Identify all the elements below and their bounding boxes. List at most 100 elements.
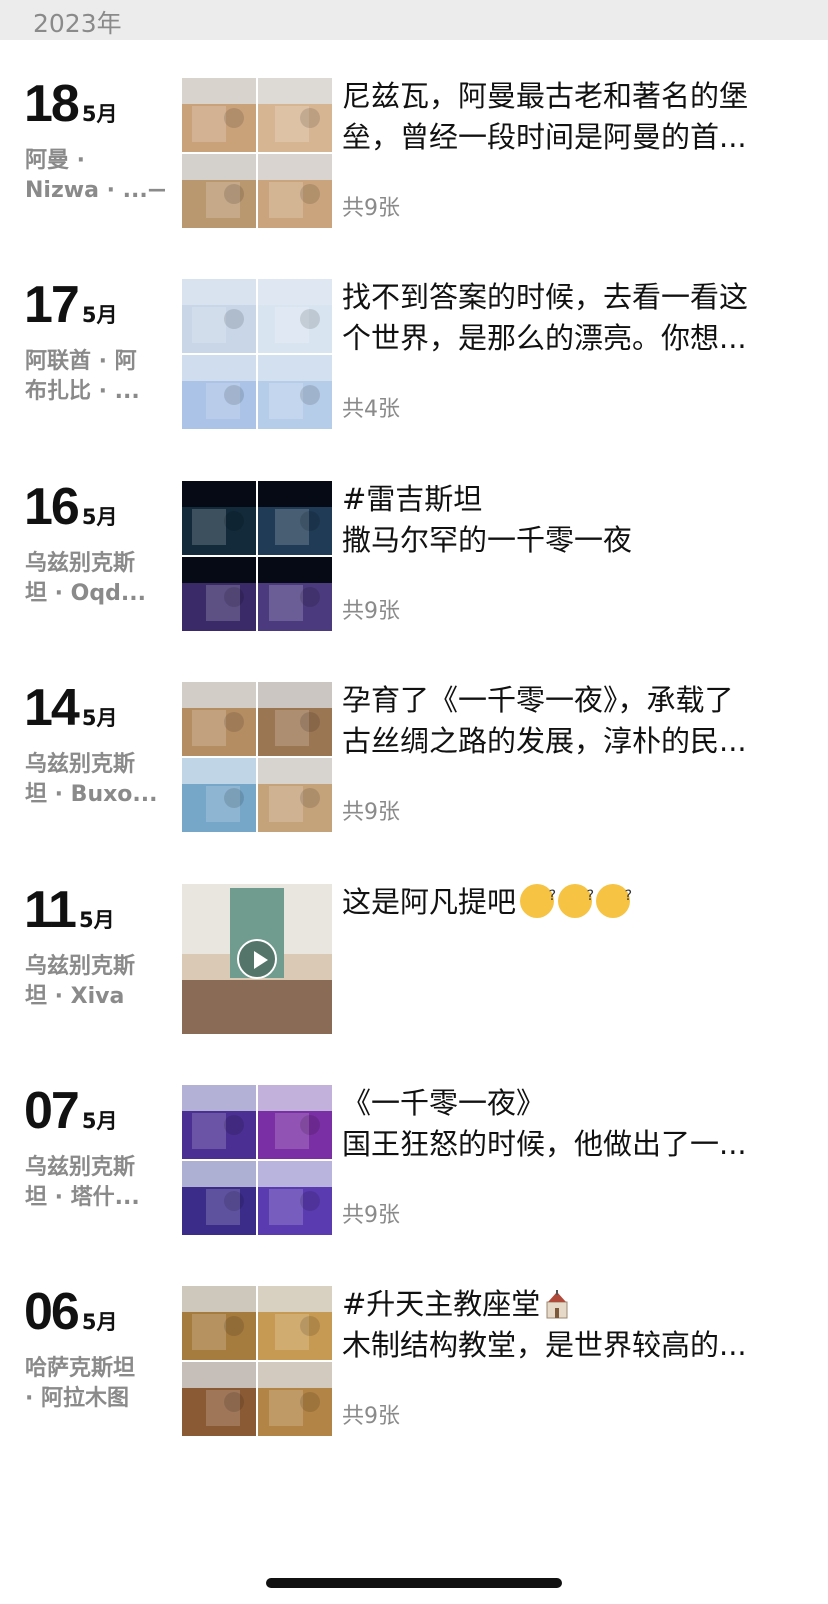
photo-count: 共9张 bbox=[342, 599, 400, 624]
photo-count: 共9张 bbox=[342, 1404, 400, 1429]
entry-text-line: 撒马尔罕的一千零一夜 bbox=[342, 523, 633, 557]
year-header: 2023年 bbox=[0, 0, 828, 40]
entry-text-line: 古丝绸之路的发展，淳朴的民... bbox=[342, 724, 747, 758]
entry-month: 5月 bbox=[81, 1109, 118, 1133]
photo-thumbnail[interactable] bbox=[258, 1286, 332, 1360]
entry-location[interactable]: 哈萨克斯坦 · 阿拉木图 bbox=[25, 1354, 165, 1414]
entry-month: 5月 bbox=[81, 102, 118, 126]
face-emoji-icon: ? bbox=[520, 884, 556, 918]
entry-location[interactable]: 阿曼 · Nizwa · ...⟶ bbox=[25, 146, 165, 206]
photo-count: 共9张 bbox=[342, 800, 400, 825]
location-line: 乌兹别克斯 bbox=[25, 954, 136, 979]
photo-count: 共9张 bbox=[342, 196, 400, 221]
photo-grid[interactable] bbox=[182, 78, 332, 228]
photo-thumbnail[interactable] bbox=[182, 1085, 256, 1159]
photo-grid[interactable] bbox=[182, 1286, 332, 1436]
photo-thumbnail[interactable] bbox=[182, 78, 256, 152]
entry-day: 14 bbox=[24, 679, 80, 737]
entry-day: 06 bbox=[24, 1283, 80, 1341]
photo-thumbnail[interactable] bbox=[182, 1286, 256, 1360]
entry-text-line: 这是阿凡提吧??? bbox=[342, 884, 633, 919]
location-line: 布扎比 · ... bbox=[25, 379, 140, 404]
entry-text-line: 找不到答案的时候，去看一看这 bbox=[342, 280, 749, 314]
photo-thumbnail[interactable] bbox=[258, 355, 332, 429]
entry-location[interactable]: 阿联酋 · 阿布扎比 · ... bbox=[25, 347, 165, 407]
entry-day: 17 bbox=[24, 276, 80, 334]
photo-thumbnail[interactable] bbox=[182, 279, 256, 353]
location-line: 乌兹别克斯 bbox=[25, 1155, 136, 1180]
photo-count: 共4张 bbox=[342, 397, 400, 422]
photo-thumbnail[interactable] bbox=[182, 758, 256, 832]
photo-thumbnail[interactable] bbox=[182, 481, 256, 555]
entry-text[interactable]: 这是阿凡提吧??? bbox=[342, 882, 802, 923]
photo-thumbnail[interactable] bbox=[258, 758, 332, 832]
video-thumbnail[interactable] bbox=[182, 884, 332, 1034]
moment-entry[interactable]: 16 5月乌兹别克斯坦 · Oqd... #雷吉斯坦 撒马尔罕的一千零一夜共9张 bbox=[0, 477, 828, 667]
photo-thumbnail[interactable] bbox=[258, 154, 332, 228]
photo-thumbnail[interactable] bbox=[182, 1362, 256, 1436]
entry-text[interactable]: #雷吉斯坦 撒马尔罕的一千零一夜 bbox=[342, 479, 802, 561]
entry-month: 5月 bbox=[81, 706, 118, 730]
photo-grid[interactable] bbox=[182, 279, 332, 429]
entry-location[interactable]: 乌兹别克斯坦 · 塔什... bbox=[25, 1153, 165, 1213]
location-line: 哈萨克斯坦 bbox=[25, 1356, 136, 1381]
entry-text[interactable]: 找不到答案的时候，去看一看这 个世界，是那么的漂亮。你想... bbox=[342, 277, 802, 359]
entry-text-line: 尼兹瓦，阿曼最古老和著名的堡 bbox=[342, 79, 749, 113]
photo-thumbnail[interactable] bbox=[182, 154, 256, 228]
location-line: 坦 · Buxo... bbox=[25, 782, 158, 807]
entry-text-line: 《一千零一夜》 bbox=[342, 1086, 546, 1120]
location-line: 坦 · Xiva bbox=[25, 984, 125, 1009]
location-line: 坦 · Oqd... bbox=[25, 581, 146, 606]
entry-text[interactable]: #升天主教座堂 木制结构教堂，是世界较高的... bbox=[342, 1284, 802, 1366]
photo-thumbnail[interactable] bbox=[258, 682, 332, 756]
entry-location[interactable]: 乌兹别克斯坦 · Xiva bbox=[25, 952, 165, 1012]
entry-location[interactable]: 乌兹别克斯坦 · Oqd... bbox=[25, 549, 165, 609]
entry-text-line: 木制结构教堂，是世界较高的... bbox=[342, 1328, 747, 1362]
entry-text[interactable]: 孕育了《一千零一夜》，承载了 古丝绸之路的发展，淳朴的民... bbox=[342, 680, 802, 762]
entry-date: 07 5月 bbox=[24, 1081, 117, 1141]
location-line: 坦 · 塔什... bbox=[25, 1185, 140, 1210]
entry-date: 17 5月 bbox=[24, 275, 117, 335]
entry-month: 5月 bbox=[81, 1310, 118, 1334]
entry-text-line: 孕育了《一千零一夜》，承载了 bbox=[342, 683, 734, 717]
moment-entry[interactable]: 14 5月乌兹别克斯坦 · Buxo... 孕育了《一千零一夜》，承载了 古丝绸之路的… bbox=[0, 678, 828, 868]
photo-thumbnail[interactable] bbox=[258, 78, 332, 152]
photo-grid[interactable] bbox=[182, 1085, 332, 1235]
entry-date: 14 5月 bbox=[24, 678, 117, 738]
entry-text-line: 个世界，是那么的漂亮。你想... bbox=[342, 321, 747, 355]
photo-thumbnail[interactable] bbox=[258, 1362, 332, 1436]
entry-text-line: #升天主教座堂 bbox=[342, 1284, 802, 1325]
entry-date: 16 5月 bbox=[24, 477, 117, 537]
photo-grid[interactable] bbox=[182, 682, 332, 832]
entry-date: 11 5月 bbox=[24, 880, 115, 940]
moment-entry[interactable]: 18 5月阿曼 · Nizwa · ...⟶ 尼兹瓦，阿曼最古老和著名的堡 垒，曾经一段… bbox=[0, 74, 828, 264]
entry-text-line: 垒，曾经一段时间是阿曼的首... bbox=[342, 120, 747, 154]
play-icon[interactable] bbox=[237, 939, 277, 979]
photo-grid[interactable] bbox=[182, 481, 332, 631]
photo-thumbnail[interactable] bbox=[258, 1161, 332, 1235]
photo-thumbnail[interactable] bbox=[182, 557, 256, 631]
face-emoji-icon: ? bbox=[596, 884, 632, 918]
photo-thumbnail[interactable] bbox=[182, 355, 256, 429]
entry-date: 18 5月 bbox=[24, 74, 117, 134]
photo-thumbnail[interactable] bbox=[258, 279, 332, 353]
moment-entry[interactable]: 11 5月乌兹别克斯坦 · Xiva 这是阿凡提吧??? bbox=[0, 880, 828, 1070]
entry-text[interactable]: 《一千零一夜》 国王狂怒的时候，他做出了一... bbox=[342, 1083, 802, 1165]
moment-entry[interactable]: 17 5月阿联酋 · 阿布扎比 · ... 找不到答案的时候，去看一看这 个世界，是那… bbox=[0, 275, 828, 465]
photo-thumbnail[interactable] bbox=[258, 481, 332, 555]
entry-text[interactable]: 尼兹瓦，阿曼最古老和著名的堡 垒，曾经一段时间是阿曼的首... bbox=[342, 76, 802, 158]
location-line: 阿曼 · bbox=[25, 148, 86, 173]
photo-thumbnail[interactable] bbox=[182, 1161, 256, 1235]
photo-thumbnail[interactable] bbox=[258, 1085, 332, 1159]
location-line: · 阿拉木图 bbox=[25, 1386, 130, 1411]
location-line: 乌兹别克斯 bbox=[25, 551, 136, 576]
moment-entry[interactable]: 06 5月哈萨克斯坦 · 阿拉木图 #升天主教座堂 木制结构教堂，是世界较高的... 共9… bbox=[0, 1282, 828, 1472]
photo-thumbnail[interactable] bbox=[258, 557, 332, 631]
entry-day: 07 bbox=[24, 1082, 80, 1140]
location-line: 阿联酋 · 阿 bbox=[25, 349, 137, 374]
moment-entry[interactable]: 07 5月乌兹别克斯坦 · 塔什... 《一千零一夜》 国王狂怒的时候，他做出了一..… bbox=[0, 1081, 828, 1271]
entry-location[interactable]: 乌兹别克斯坦 · Buxo... bbox=[25, 750, 165, 810]
entry-month: 5月 bbox=[81, 303, 118, 327]
photo-thumbnail[interactable] bbox=[182, 682, 256, 756]
year-label: 2023年 bbox=[33, 9, 122, 38]
